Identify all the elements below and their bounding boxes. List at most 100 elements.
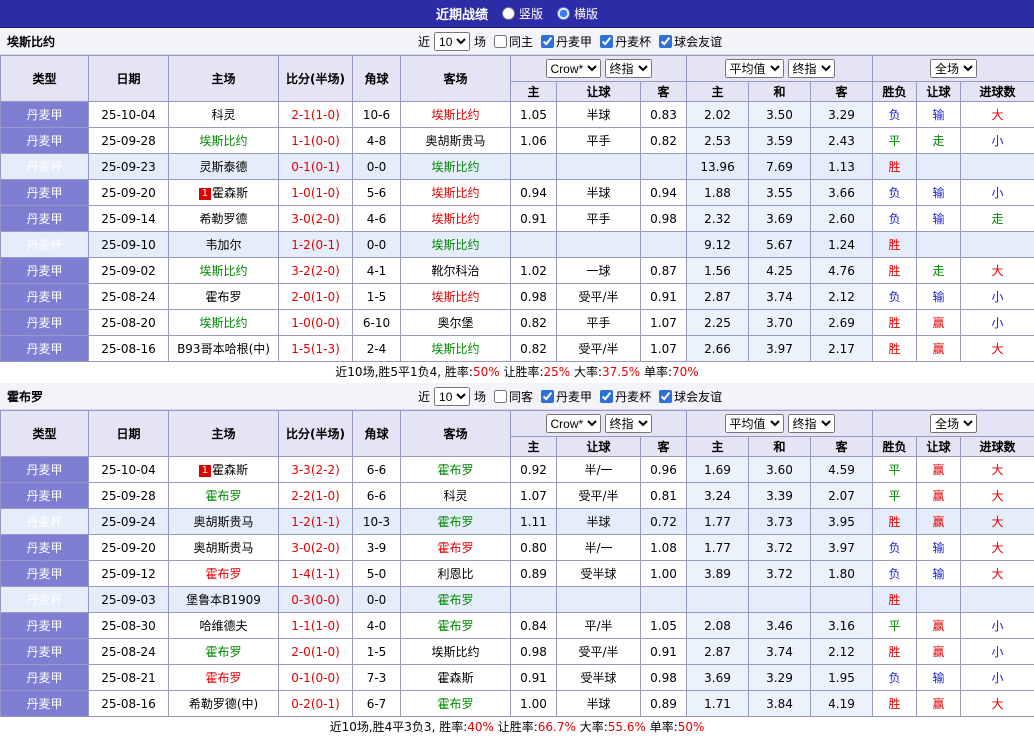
home-team-name: 霍森斯 [212,463,248,477]
home-team-cell[interactable]: 埃斯比约 [169,258,279,284]
summary-segment: 大率: [570,365,602,379]
filter-checkbox[interactable] [494,390,507,403]
away-team-cell[interactable]: 霍布罗 [401,535,511,561]
sub-column-header: 客 [641,82,687,102]
home-team-cell[interactable]: 埃斯比约 [169,310,279,336]
result-cell: 输 [917,535,961,561]
home-team-cell[interactable]: 霍布罗 [169,665,279,691]
match-count-select[interactable]: 10 [434,32,470,51]
home-team-cell[interactable]: B93哥本哈根(中) [169,336,279,362]
away-team-cell[interactable]: 霍布罗 [401,613,511,639]
home-team-cell[interactable]: 霍布罗 [169,561,279,587]
filter-option[interactable]: 同客 [490,388,533,405]
away-team-cell[interactable]: 埃斯比约 [401,639,511,665]
away-team-cell[interactable]: 奥胡斯贵马 [401,128,511,154]
away-team-cell[interactable]: 埃斯比约 [401,232,511,258]
vertical-layout-radio[interactable] [502,7,515,20]
away-team-cell[interactable]: 科灵 [401,483,511,509]
away-team-cell[interactable]: 埃斯比约 [401,180,511,206]
euro-final-odds-select[interactable]: 终指 [788,414,835,433]
home-team-cell[interactable]: 霍布罗 [169,639,279,665]
home-team-cell[interactable]: 希勒罗德(中) [169,691,279,717]
home-team-cell[interactable]: 奥胡斯贵马 [169,509,279,535]
euro-odds-cell: 3.97 [749,336,811,362]
filter-checkbox[interactable] [659,390,672,403]
filter-checkbox[interactable] [494,35,507,48]
filter-checkbox[interactable] [600,390,613,403]
filter-checkbox[interactable] [659,35,672,48]
home-team-name: 霍布罗 [205,567,241,581]
corner-cell: 6-10 [353,310,401,336]
away-team-cell[interactable]: 埃斯比约 [401,102,511,128]
bookmaker-select[interactable]: Crow* [546,414,601,433]
filter-checkbox[interactable] [541,35,554,48]
euro-average-select[interactable]: 平均值 [725,414,784,433]
home-team-cell[interactable]: 1霍森斯 [169,180,279,206]
away-team-cell[interactable]: 利恩比 [401,561,511,587]
scope-select[interactable]: 全场 [930,414,977,433]
filter-option[interactable]: 球会友谊 [655,388,722,405]
match-count-select[interactable]: 10 [434,387,470,406]
filter-option[interactable]: 球会友谊 [655,33,722,50]
away-team-cell[interactable]: 奥尔堡 [401,310,511,336]
filter-option[interactable]: 丹麦杯 [596,33,651,50]
filter-option[interactable]: 同主 [490,33,533,50]
away-team-cell[interactable]: 霍布罗 [401,457,511,483]
away-team-cell[interactable]: 霍布罗 [401,587,511,613]
filter-option[interactable]: 丹麦甲 [537,388,592,405]
asia-final-odds-select[interactable]: 终指 [605,59,652,78]
filter-option[interactable]: 丹麦杯 [596,388,651,405]
euro-odds-cell: 3.74 [749,284,811,310]
filter-checkbox[interactable] [541,390,554,403]
result-cell: 负 [873,665,917,691]
sub-column-header: 进球数 [961,437,1034,457]
corner-cell: 6-7 [353,691,401,717]
home-team-name: 希勒罗德(中) [189,697,258,711]
scope-select[interactable]: 全场 [930,59,977,78]
filter-checkbox[interactable] [600,35,613,48]
horizontal-layout-radio[interactable] [557,7,570,20]
away-team-cell[interactable]: 霍森斯 [401,665,511,691]
corner-cell: 4-1 [353,258,401,284]
home-team-cell[interactable]: 韦加尔 [169,232,279,258]
asia-odds-cell: 0.91 [641,639,687,665]
match-row: 丹麦甲25-08-16希勒罗德(中)0-2(0-1)6-7霍布罗1.00半球0.… [1,691,1034,717]
away-team-cell[interactable]: 靴尔科治 [401,258,511,284]
away-team-cell[interactable]: 埃斯比约 [401,154,511,180]
result-cell: 胜 [873,232,917,258]
away-team-cell[interactable]: 埃斯比约 [401,206,511,232]
home-team-cell[interactable]: 1霍森斯 [169,457,279,483]
date-cell: 25-09-20 [89,180,169,206]
sub-column-header: 客 [811,82,873,102]
summary-segment: 近10场,胜5平1负4, 胜率: [335,365,473,379]
home-team-cell[interactable]: 奥胡斯贵马 [169,535,279,561]
summary-segment: 单率: [640,365,672,379]
home-team-cell[interactable]: 霍布罗 [169,483,279,509]
away-team-cell[interactable]: 埃斯比约 [401,336,511,362]
rank-badge: 1 [199,188,211,200]
layout-option-vertical[interactable]: 竖版 [502,5,543,22]
result-cell [917,232,961,258]
away-team-name: 霍布罗 [437,593,473,607]
euro-average-select[interactable]: 平均值 [725,59,784,78]
filter-option[interactable]: 丹麦甲 [537,33,592,50]
result-cell: 赢 [917,639,961,665]
euro-odds-cell: 1.24 [811,232,873,258]
away-team-cell[interactable]: 埃斯比约 [401,284,511,310]
away-team-cell[interactable]: 霍布罗 [401,509,511,535]
bookmaker-select[interactable]: Crow* [546,59,601,78]
home-team-cell[interactable]: 霍布罗 [169,284,279,310]
result-cell: 赢 [917,509,961,535]
home-team-cell[interactable]: 科灵 [169,102,279,128]
asia-final-odds-select[interactable]: 终指 [605,414,652,433]
euro-final-odds-select[interactable]: 终指 [788,59,835,78]
home-team-cell[interactable]: 埃斯比约 [169,128,279,154]
home-team-cell[interactable]: 堡鲁本B1909 [169,587,279,613]
home-team-cell[interactable]: 希勒罗德 [169,206,279,232]
away-team-name: 埃斯比约 [431,212,479,226]
layout-option-horizontal[interactable]: 横版 [557,5,598,22]
euro-odds-cell: 2.12 [811,284,873,310]
away-team-cell[interactable]: 霍布罗 [401,691,511,717]
home-team-cell[interactable]: 灵斯泰德 [169,154,279,180]
home-team-cell[interactable]: 哈维德夫 [169,613,279,639]
